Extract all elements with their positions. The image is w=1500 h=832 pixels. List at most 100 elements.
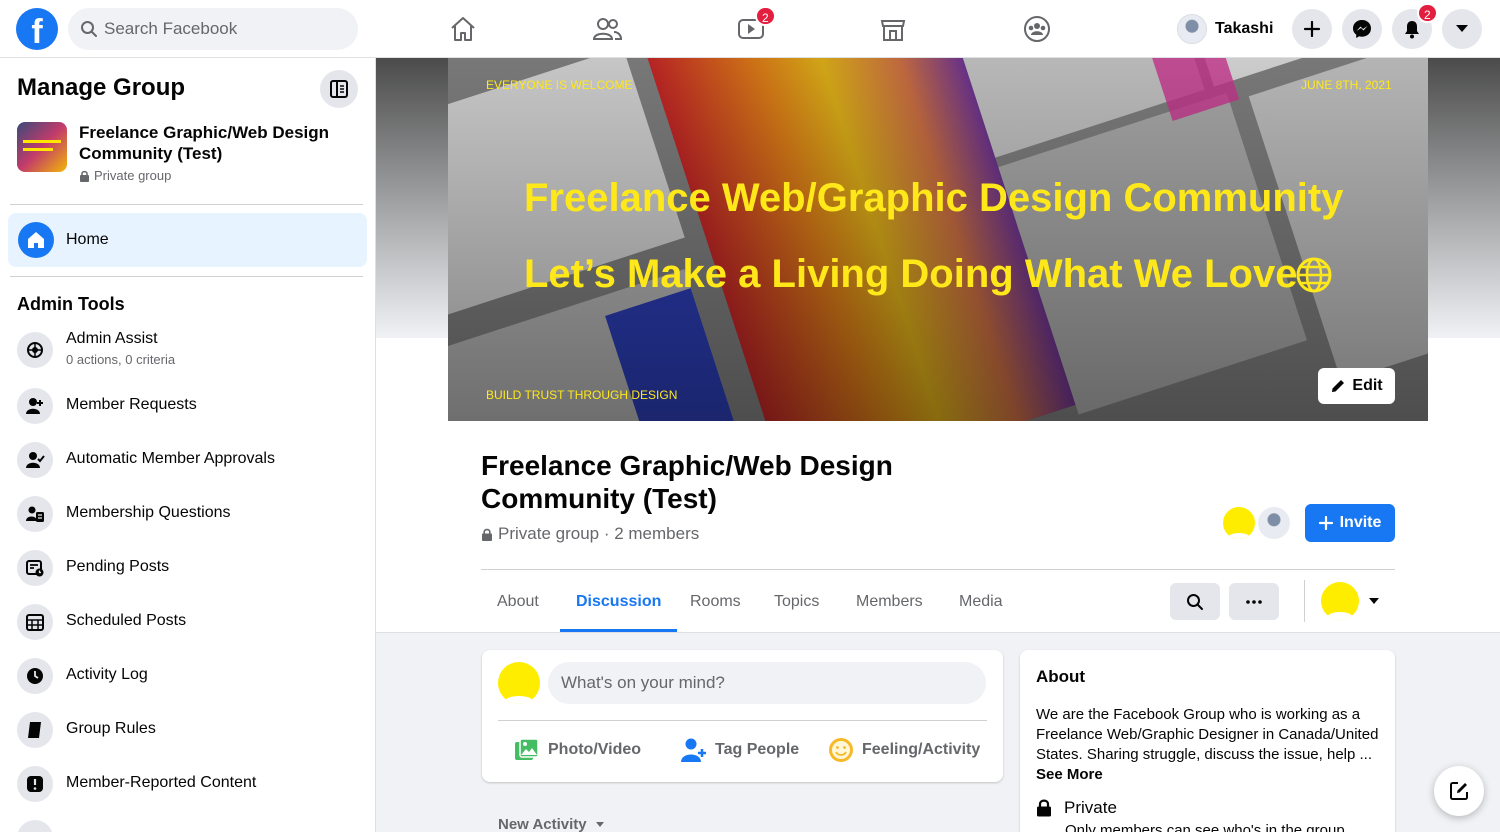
sidebar-item-label: Membership Questions xyxy=(66,504,231,521)
edit-label: Edit xyxy=(1352,377,1383,394)
new-message-button[interactable] xyxy=(1434,766,1484,816)
see-more-link[interactable]: See More xyxy=(1036,766,1103,783)
photo-video-button[interactable]: Photo/Video xyxy=(514,734,641,766)
sidebar-item-automatic-member-approvals[interactable]: Automatic Member Approvals xyxy=(8,434,367,486)
sidebar-toggle-icon xyxy=(330,80,348,98)
bell-icon xyxy=(1405,21,1419,39)
sidebar-item-label: Admin Assist xyxy=(66,330,158,347)
more-options-button[interactable] xyxy=(1229,583,1279,620)
tag-people-button[interactable]: Tag People xyxy=(681,734,799,766)
auto-approvals-icon xyxy=(17,442,53,478)
tag-people-icon xyxy=(681,738,706,762)
group-meta: Private group · 2 members xyxy=(481,524,699,544)
feeling-activity-button[interactable]: Feeling/Activity xyxy=(828,734,980,766)
tab-members[interactable]: Members xyxy=(840,576,939,632)
search-group-button[interactable] xyxy=(1170,583,1220,620)
sidebar-item-member-requests[interactable]: Member Requests xyxy=(8,380,367,432)
about-card: About We are the Facebook Group who is w… xyxy=(1020,650,1395,832)
profile-shortcut[interactable]: Takashi xyxy=(1177,12,1273,46)
plus-icon xyxy=(1303,20,1321,38)
tab-discussion[interactable]: Discussion xyxy=(560,576,678,632)
action-label: Feeling/Activity xyxy=(862,741,981,758)
caret-down-icon xyxy=(595,822,604,827)
member-avatar[interactable] xyxy=(1221,505,1257,541)
collapse-sidebar-button[interactable] xyxy=(320,70,358,108)
about-text: We are the Facebook Group who is working… xyxy=(1036,706,1379,763)
group-meta-text[interactable]: Private group · 2 members xyxy=(498,524,699,544)
tab-rooms[interactable]: Rooms xyxy=(674,576,757,632)
composer-avatar[interactable] xyxy=(498,662,540,704)
caret-down-icon[interactable] xyxy=(1368,597,1380,605)
search-input[interactable] xyxy=(104,8,344,50)
watch-notification-badge: 2 xyxy=(755,6,776,26)
ellipsis-icon xyxy=(1246,599,1262,604)
sidebar-group-name[interactable]: Freelance Graphic/Web Design Community (… xyxy=(79,122,359,164)
sidebar-item-member-reported-content[interactable]: Member-Reported Content xyxy=(8,758,367,810)
sidebar-item-home[interactable]: Home xyxy=(8,213,367,267)
member-requests-icon xyxy=(17,388,53,424)
acting-as-avatar[interactable] xyxy=(1321,582,1359,620)
facebook-logo[interactable]: f xyxy=(16,8,58,50)
cover-artwork xyxy=(448,58,1428,421)
search-icon xyxy=(81,21,97,37)
create-button[interactable] xyxy=(1292,9,1332,49)
sidebar-item-membership-questions[interactable]: Membership Questions xyxy=(8,488,367,540)
sidebar-item-group-rules[interactable]: Group Rules xyxy=(8,704,367,756)
member-avatar[interactable] xyxy=(1256,505,1292,541)
sidebar-item-pending-posts[interactable]: Pending Posts xyxy=(8,542,367,594)
lock-icon xyxy=(1037,799,1051,817)
sidebar-item-admin-assist[interactable]: Admin Assist 0 actions, 0 criteria xyxy=(8,324,367,376)
cover-headline-1: Freelance Web/Graphic Design Community xyxy=(524,176,1344,220)
user-name: Takashi xyxy=(1215,20,1274,37)
tab-topics[interactable]: Topics xyxy=(758,576,835,632)
sidebar-item-label: Member Requests xyxy=(66,396,197,413)
group-title: Freelance Graphic/Web Design Community (… xyxy=(481,450,893,514)
cover-date: JUNE 8TH, 2021 xyxy=(1301,78,1392,92)
divider xyxy=(1304,580,1305,622)
sidebar-item-more[interactable] xyxy=(8,812,367,832)
home-icon[interactable] xyxy=(446,12,480,46)
edit-cover-button[interactable]: Edit xyxy=(1318,368,1395,404)
search-box[interactable] xyxy=(68,8,358,50)
divider xyxy=(481,569,1395,570)
tab-media[interactable]: Media xyxy=(943,576,1019,632)
compose-icon xyxy=(1450,782,1468,800)
group-rules-icon xyxy=(17,712,53,748)
lock-icon xyxy=(482,528,492,541)
whats-on-your-mind-input[interactable]: What's on your mind? xyxy=(548,662,986,704)
messenger-icon xyxy=(1353,20,1371,38)
user-avatar xyxy=(1177,14,1207,44)
activity-log-icon xyxy=(17,658,53,694)
notifications-badge: 2 xyxy=(1417,3,1438,23)
about-heading: About xyxy=(1036,667,1086,686)
top-navigation-bar: f 2 Takashi 2 xyxy=(0,0,1500,58)
sidebar-item-scheduled-posts[interactable]: Scheduled Posts xyxy=(8,596,367,648)
divider xyxy=(10,276,363,277)
friends-icon[interactable] xyxy=(590,12,624,46)
marketplace-icon[interactable] xyxy=(876,12,910,46)
cover-photo[interactable]: EVERYONE IS WELCOME JUNE 8TH, 2021 Freel… xyxy=(448,58,1428,421)
sidebar-item-activity-log[interactable]: Activity Log xyxy=(8,650,367,702)
sidebar-item-label: Member-Reported Content xyxy=(66,774,257,791)
account-menu-button[interactable] xyxy=(1442,9,1482,49)
sidebar-item-label: Scheduled Posts xyxy=(66,612,187,629)
invite-label: Invite xyxy=(1339,514,1382,531)
messenger-button[interactable] xyxy=(1342,9,1382,49)
admin-assist-icon xyxy=(17,332,53,368)
membership-questions-icon xyxy=(17,496,53,532)
group-thumbnail[interactable] xyxy=(17,122,67,172)
admin-tools-heading: Admin Tools xyxy=(17,294,125,314)
action-label: Photo/Video xyxy=(548,741,642,758)
home-icon xyxy=(18,222,54,258)
scheduled-posts-icon xyxy=(17,604,53,640)
invite-button[interactable]: Invite xyxy=(1305,504,1395,542)
tab-about[interactable]: About xyxy=(481,576,555,632)
about-privacy: Private xyxy=(1036,798,1117,818)
groups-icon[interactable] xyxy=(1020,12,1054,46)
lock-icon xyxy=(80,170,89,182)
globe-icon xyxy=(1296,257,1332,293)
sidebar-item-label: Activity Log xyxy=(66,666,148,683)
smiley-icon xyxy=(829,738,853,762)
divider xyxy=(10,204,363,205)
feed-sort-dropdown[interactable]: New Activity xyxy=(498,816,605,832)
